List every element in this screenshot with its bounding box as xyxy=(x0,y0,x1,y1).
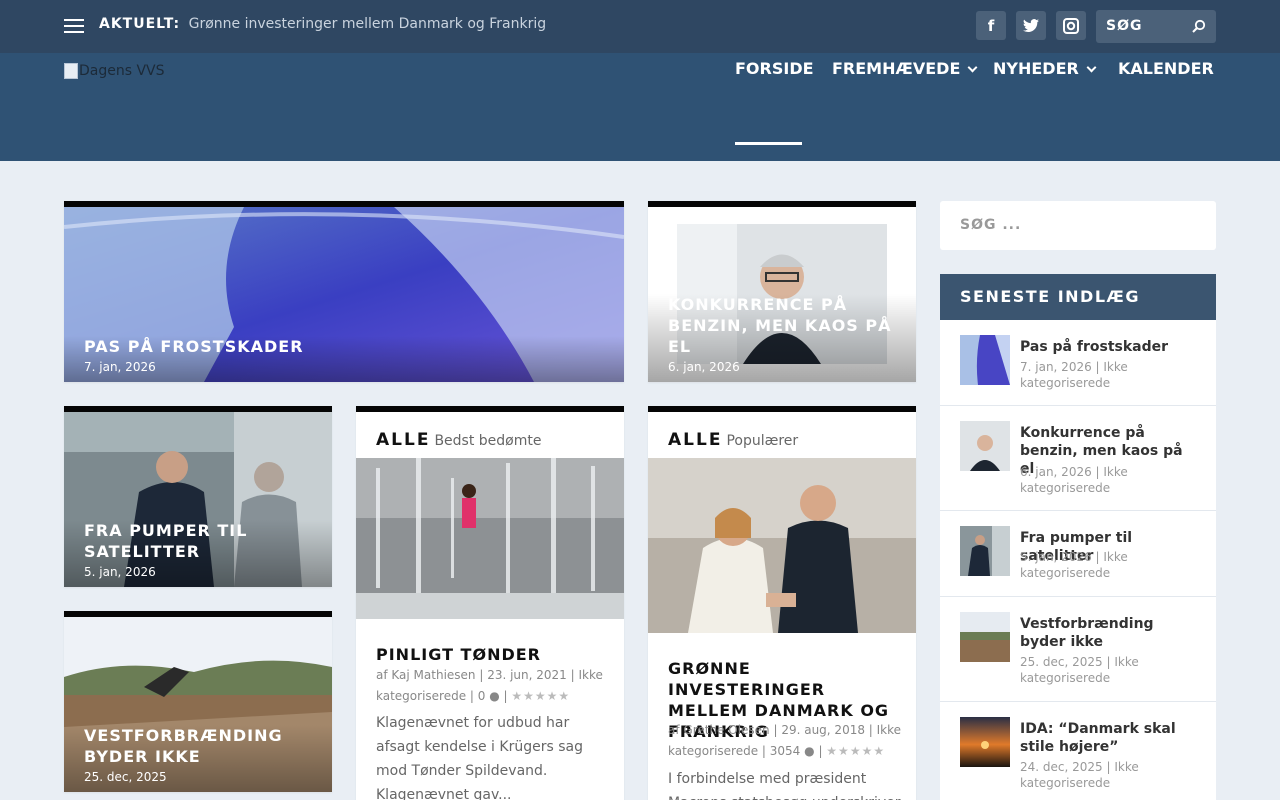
post-date: 7. jan, 2026 xyxy=(84,360,156,374)
recent-post-thumbnail[interactable] xyxy=(960,526,1010,576)
post-image[interactable] xyxy=(648,458,916,633)
rating-stars: ★★★★★ xyxy=(826,744,886,758)
recent-post-meta: 7. jan, 2026 | Ikke kategoriserede xyxy=(1020,360,1128,390)
nav-active-indicator xyxy=(735,142,802,145)
post-title[interactable]: VESTFORBRÆNDING BYDER IKKE xyxy=(84,725,312,767)
post-title[interactable]: KONKURRENCE PÅ BENZIN, MEN KAOS PÅ EL xyxy=(668,294,896,357)
recent-post-meta: 5. jan, 2026 | Ikke kategoriserede xyxy=(1020,550,1128,580)
recent-post-item[interactable]: Konkurrence på benzin, men kaos på el 6.… xyxy=(940,406,1216,511)
broken-image-icon xyxy=(64,63,78,79)
post-meta: af Grethe Olesen | 29. aug, 2018 | Ikke … xyxy=(668,723,902,758)
comment-icon: ● xyxy=(489,689,500,703)
post-date: 5. jan, 2026 xyxy=(84,565,156,579)
featured-post-card[interactable]: VESTFORBRÆNDING BYDER IKKE 25. dec, 2025 xyxy=(64,611,332,792)
instagram-icon[interactable] xyxy=(1056,11,1086,40)
nav-nyheder[interactable]: NYHEDER xyxy=(993,59,1097,78)
popular-card: ALLE Populærer GRØNNE INVESTERINGER MELLE… xyxy=(648,406,916,800)
recent-post-thumbnail[interactable] xyxy=(960,421,1010,471)
recent-post-title[interactable]: IDA: “Danmark skal stile højere” xyxy=(1020,720,1200,756)
chevron-down-icon xyxy=(1086,62,1097,73)
post-meta: af Kaj Mathiesen | 23. jun, 2021 | Ikke … xyxy=(376,668,603,703)
facebook-icon[interactable]: f xyxy=(976,11,1006,40)
recent-post-item[interactable]: Pas på frostskader 7. jan, 2026 | Ikke k… xyxy=(940,320,1216,406)
nav-kalender[interactable]: KALENDER xyxy=(1118,59,1214,78)
menu-icon[interactable] xyxy=(64,19,84,33)
top-rated-card: ALLE Bedst bedømte PINLIGT TØNDER af Kaj … xyxy=(356,406,624,800)
post-title[interactable]: PAS PÅ FROSTSKADER xyxy=(84,336,604,357)
search-icon[interactable] xyxy=(1192,19,1206,33)
sidebar-search-input[interactable]: SØG ... xyxy=(940,201,1216,250)
featured-post-card[interactable]: KONKURRENCE PÅ BENZIN, MEN KAOS PÅ EL 6.… xyxy=(648,201,916,382)
sidebar-search-placeholder: SØG ... xyxy=(960,217,1022,233)
ticker-label: AKTUELT: xyxy=(99,16,181,32)
post-title[interactable]: PINLIGT TØNDER xyxy=(376,644,606,665)
nav-forside[interactable]: FORSIDE xyxy=(735,59,814,78)
recent-post-title[interactable]: Vestforbrænding byder ikke xyxy=(1020,615,1200,651)
recent-post-item[interactable]: Fra pumper til satelitter 5. jan, 2026 |… xyxy=(940,511,1216,597)
post-excerpt: I forbindelse med præsident Macrons stat… xyxy=(668,771,901,800)
recent-post-item[interactable]: IDA: “Danmark skal stile højere” 24. dec… xyxy=(940,702,1216,800)
recent-post-title[interactable]: Pas på frostskader xyxy=(1020,338,1200,356)
nav-fremhaevede[interactable]: FREMHÆVEDE xyxy=(832,59,978,78)
post-date: 25. dec, 2025 xyxy=(84,770,167,784)
top-search-input[interactable]: SØG xyxy=(1096,10,1216,43)
recent-post-thumbnail[interactable] xyxy=(960,717,1010,767)
rating-stars: ★★★★★ xyxy=(511,689,571,703)
post-excerpt: Klagenævnet for udbud har afsagt kendels… xyxy=(376,715,583,800)
featured-post-card[interactable]: FRA PUMPER TIL SATELITTER 5. jan, 2026 xyxy=(64,406,332,587)
news-ticker[interactable]: AKTUELT: Grønne investeringer mellem Dan… xyxy=(99,16,546,32)
chevron-down-icon xyxy=(967,62,978,73)
ticker-headline[interactable]: Grønne investeringer mellem Danmark og F… xyxy=(189,16,547,32)
top-search-placeholder: SØG xyxy=(1106,18,1143,34)
recent-post-item[interactable]: Vestforbrænding byder ikke 25. dec, 2025… xyxy=(940,597,1216,702)
card-heading: ALLE Bedst bedømte xyxy=(376,430,542,450)
widget-title: SENESTE INDLÆG xyxy=(940,274,1216,320)
post-date: 6. jan, 2026 xyxy=(668,360,740,374)
post-title[interactable]: FRA PUMPER TIL SATELITTER xyxy=(84,520,312,562)
top-bar: AKTUELT: Grønne investeringer mellem Dan… xyxy=(0,0,1280,53)
post-image[interactable] xyxy=(356,458,624,619)
recent-post-meta: 25. dec, 2025 | Ikke kategoriserede xyxy=(1020,655,1139,685)
recent-post-thumbnail[interactable] xyxy=(960,612,1010,662)
recent-post-thumbnail[interactable] xyxy=(960,335,1010,385)
recent-posts-widget: SENESTE INDLÆG Pas på frostskader 7. jan… xyxy=(940,274,1216,800)
recent-post-meta: 24. dec, 2025 | Ikke kategoriserede xyxy=(1020,760,1139,790)
recent-post-meta: 6. jan, 2026 | Ikke kategoriserede xyxy=(1020,465,1128,495)
featured-post-card[interactable]: PAS PÅ FROSTSKADER 7. jan, 2026 xyxy=(64,201,624,382)
site-logo[interactable]: Dagens VVS xyxy=(64,63,165,79)
comment-icon: ● xyxy=(804,744,815,758)
card-heading: ALLE Populærer xyxy=(668,430,799,450)
twitter-icon[interactable] xyxy=(1016,11,1046,40)
